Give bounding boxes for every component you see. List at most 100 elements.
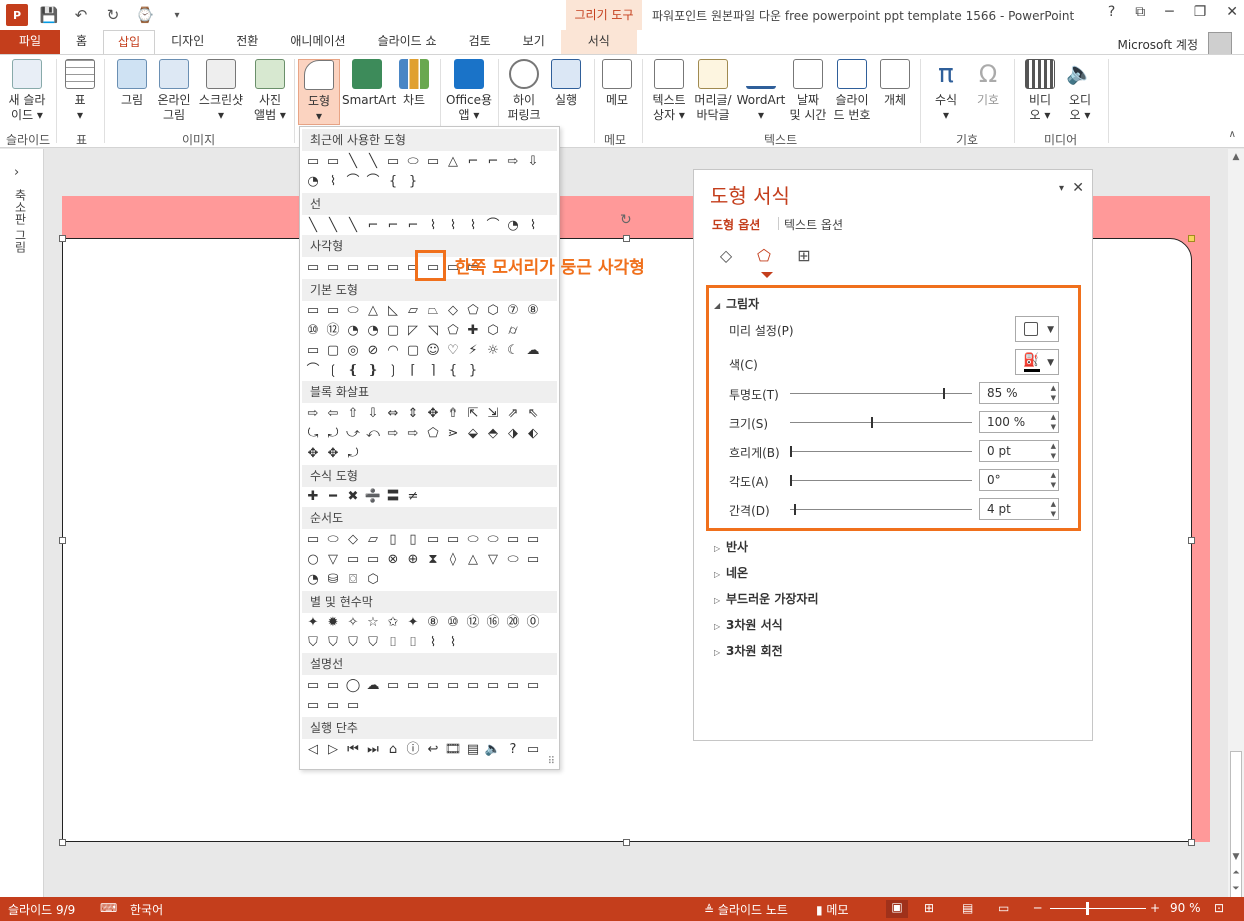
shape-item[interactable]: ▭ bbox=[344, 259, 362, 277]
shape-item[interactable]: ▭ bbox=[344, 697, 362, 715]
distance-slider-thumb[interactable] bbox=[794, 504, 796, 515]
scroll-up-icon[interactable]: ▲ bbox=[1228, 149, 1244, 165]
symbol-button[interactable]: Ω 기호 bbox=[970, 59, 1006, 108]
pane-close-icon[interactable]: ✕ bbox=[1072, 180, 1084, 196]
shape-item[interactable]: ⓪ bbox=[524, 614, 542, 632]
angle-slider-thumb[interactable] bbox=[790, 475, 792, 486]
distance-spinner[interactable]: 4 pt ▲ ▼ bbox=[979, 498, 1059, 520]
zoom-level[interactable]: 90 % bbox=[1170, 901, 1201, 915]
shape-item[interactable]: ⌷ bbox=[404, 634, 422, 652]
shape-item[interactable]: ⇦ bbox=[324, 405, 342, 423]
minimize-button[interactable]: ─ bbox=[1165, 4, 1173, 20]
shape-item[interactable]: ▭ bbox=[304, 677, 322, 695]
shape-item[interactable]: ╲ bbox=[344, 153, 362, 171]
shape-item[interactable]: ⇗ bbox=[504, 405, 522, 423]
shape-item[interactable]: 〓 bbox=[384, 488, 402, 506]
comment-button[interactable]: 메모 bbox=[600, 59, 634, 108]
shape-item[interactable]: ↩ bbox=[424, 741, 442, 759]
shape-item[interactable]: } bbox=[464, 362, 482, 380]
shape-item[interactable]: ⬙ bbox=[464, 425, 482, 443]
shape-item[interactable]: ▭ bbox=[304, 302, 322, 320]
shape-item[interactable]: △ bbox=[464, 551, 482, 569]
shape-item[interactable]: ⌇ bbox=[444, 634, 462, 652]
shape-item[interactable]: ⇨ bbox=[304, 405, 322, 423]
shape-item[interactable]: ▽ bbox=[324, 551, 342, 569]
shape-item[interactable]: ▭ bbox=[444, 531, 462, 549]
shape-row-arrows-2[interactable]: ⤿ ⤾ ⤻ ⤺ ⇨ ⇨ ⬠ ⋗ ⬙ ⬘ ⬗ ⬖ bbox=[304, 425, 542, 443]
shape-item[interactable]: } bbox=[404, 173, 422, 191]
shape-item[interactable]: ○ bbox=[304, 551, 322, 569]
shape-item[interactable]: ⇩ bbox=[524, 153, 542, 171]
shape-item[interactable]: ⌐ bbox=[484, 153, 502, 171]
shape-item[interactable]: ♡ bbox=[444, 342, 462, 360]
shape-item[interactable]: ❳ bbox=[384, 362, 402, 380]
angle-slider[interactable] bbox=[790, 475, 972, 486]
shape-item[interactable]: ╲ bbox=[324, 217, 342, 235]
shape-item[interactable]: ⬡ bbox=[484, 302, 502, 320]
shape-item[interactable]: ☾ bbox=[504, 342, 522, 360]
hyperlink-button[interactable]: 하이 퍼링크 bbox=[504, 59, 544, 123]
shape-item[interactable]: ☁ bbox=[524, 342, 542, 360]
shape-row-action-buttons[interactable]: ◁ ▷ ⏮ ⏭ ⌂ ⓘ ↩ 🎞 ▤ 🔈? ▭ bbox=[304, 741, 542, 759]
shape-item[interactable]: ⌭ bbox=[504, 322, 522, 340]
tab-slideshow[interactable]: 슬라이드 쇼 bbox=[362, 30, 453, 54]
spin-arrows-icon[interactable]: ▲ ▼ bbox=[1051, 470, 1056, 490]
shape-item[interactable]: ⌐ bbox=[384, 217, 402, 235]
shape-item[interactable]: ⇔ bbox=[384, 405, 402, 423]
shape-item[interactable]: ☆ bbox=[364, 614, 382, 632]
shape-item[interactable]: △ bbox=[364, 302, 382, 320]
equation-button[interactable]: π 수식 ▾ bbox=[928, 59, 964, 123]
shape-item[interactable]: ☺ bbox=[424, 342, 442, 360]
action-button[interactable]: 실행 bbox=[548, 59, 584, 108]
shape-item[interactable]: ☁ bbox=[364, 677, 382, 695]
transparency-slider[interactable] bbox=[790, 388, 972, 399]
shape-item[interactable]: ⑫ bbox=[324, 322, 342, 340]
shape-item[interactable]: ✖ bbox=[344, 488, 362, 506]
shape-row-stars-2[interactable]: ⛉ ⛉ ⛉ ⛉ ⌷ ⌷ ⌇ ⌇ bbox=[304, 634, 462, 652]
section-3d-format[interactable]: ▷ 3차원 서식 bbox=[714, 616, 783, 633]
shape-item[interactable]: ▭ bbox=[384, 153, 402, 171]
shape-item[interactable]: ◇ bbox=[344, 531, 362, 549]
shape-item[interactable]: ⑩ bbox=[304, 322, 322, 340]
normal-view-icon[interactable]: ▣ bbox=[886, 900, 908, 918]
redo-icon[interactable]: ↻ bbox=[102, 4, 124, 26]
shape-item[interactable]: ▭ bbox=[324, 153, 342, 171]
shape-item[interactable]: ▭ bbox=[484, 677, 502, 695]
shape-item[interactable]: ▭ bbox=[304, 531, 322, 549]
shape-item[interactable]: ✦ bbox=[304, 614, 322, 632]
shape-item[interactable]: ✥ bbox=[324, 445, 342, 463]
shape-item[interactable]: ⌒ bbox=[364, 173, 382, 191]
shape-item[interactable]: ⇧ bbox=[344, 405, 362, 423]
account-area[interactable]: Microsoft 계정 bbox=[1117, 32, 1232, 56]
shape-item[interactable]: ⑫ bbox=[464, 614, 482, 632]
shape-item[interactable]: ⧗ bbox=[424, 551, 442, 569]
section-shadow[interactable]: ◢ 그림자 bbox=[714, 295, 759, 312]
shape-item[interactable]: ▭ bbox=[424, 677, 442, 695]
shape-item[interactable]: ▭ bbox=[524, 741, 542, 759]
shape-item[interactable]: ≠ bbox=[404, 488, 422, 506]
shape-row-arrows-1[interactable]: ⇨ ⇦ ⇧ ⇩ ⇔ ⇕ ✥ ⇮ ⇱ ⇲ ⇗ ⇖ bbox=[304, 405, 542, 423]
shape-item[interactable]: ⓘ bbox=[404, 741, 422, 759]
shape-item[interactable]: ▭ bbox=[324, 302, 342, 320]
shape-item[interactable]: ✹ bbox=[324, 614, 342, 632]
distance-slider[interactable] bbox=[790, 504, 972, 515]
slide-number-button[interactable]: 슬라이 드 번호 bbox=[830, 59, 874, 123]
angle-spinner[interactable]: 0° ▲ ▼ bbox=[979, 469, 1059, 491]
resize-handle[interactable] bbox=[1188, 839, 1195, 846]
shape-item[interactable]: ⇮ bbox=[444, 405, 462, 423]
shape-item[interactable]: ⚡ bbox=[464, 342, 482, 360]
shape-item[interactable]: ▭ bbox=[444, 677, 462, 695]
shape-item[interactable]: 🔈 bbox=[484, 741, 502, 759]
chart-button[interactable]: 차트 bbox=[398, 59, 430, 108]
shape-item[interactable]: ▭ bbox=[364, 259, 382, 277]
shape-item[interactable]: ✚ bbox=[304, 488, 322, 506]
shape-item[interactable]: ⤾ bbox=[344, 445, 362, 463]
shape-item[interactable]: ▢ bbox=[324, 342, 342, 360]
shape-row-stars-1[interactable]: ✦ ✹ ✧ ☆ ✩ ✦ ⑧ ⑩ ⑫ ⑯ ⑳ ⓪ bbox=[304, 614, 542, 632]
shape-item[interactable]: ⏮ bbox=[344, 741, 362, 759]
shape-item[interactable]: ⇨ bbox=[384, 425, 402, 443]
shape-item[interactable]: ▭ bbox=[324, 697, 342, 715]
shape-item[interactable]: ▷ bbox=[324, 741, 342, 759]
shape-item[interactable]: ▭ bbox=[504, 531, 522, 549]
office-apps-button[interactable]: Office용 앱 ▾ bbox=[446, 59, 492, 123]
